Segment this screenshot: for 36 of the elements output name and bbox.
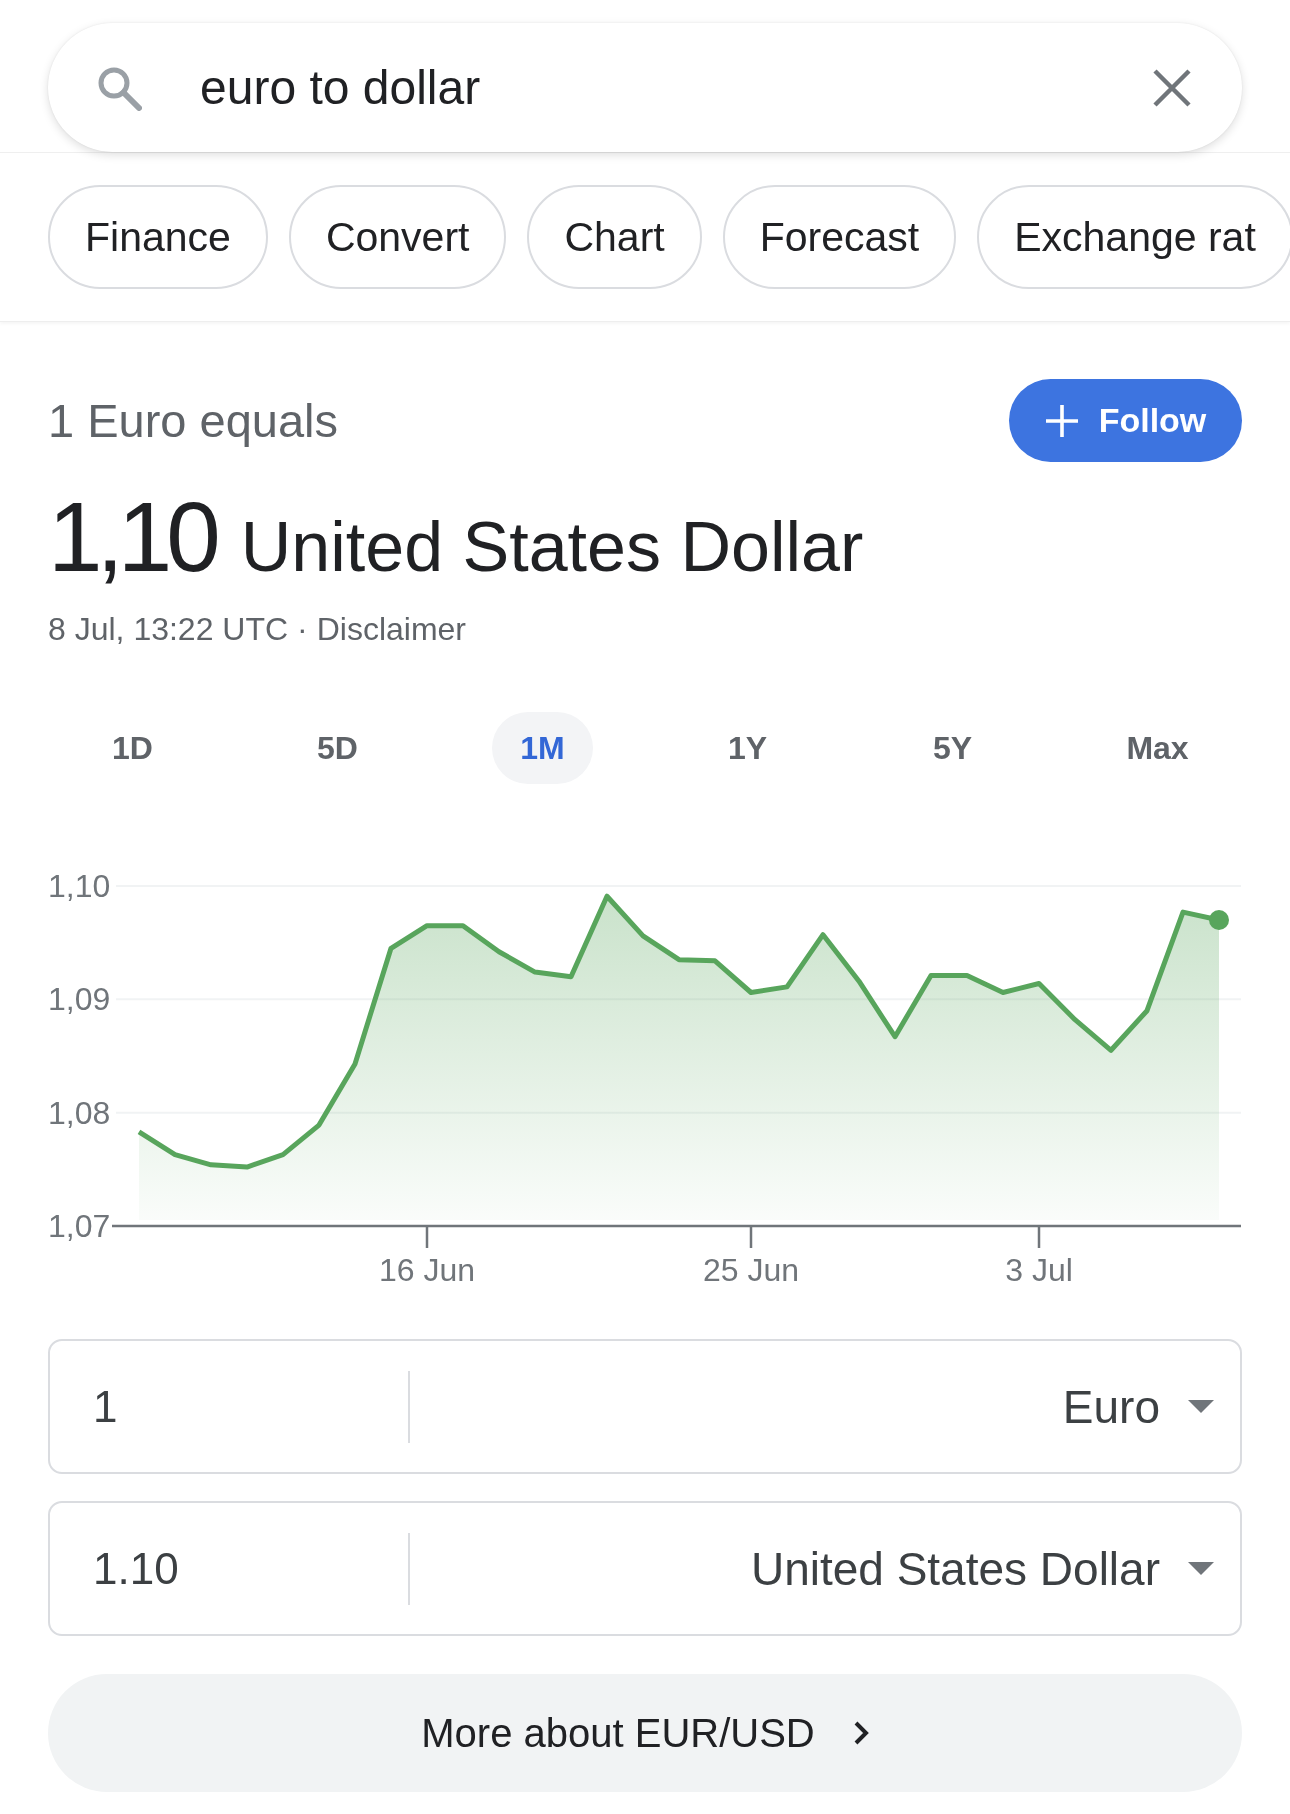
filter-chip[interactable]: Exchange rat [977,185,1290,289]
filter-chip[interactable]: Finance [48,185,268,289]
caret-icon [1188,1400,1214,1413]
caret-icon [1188,1562,1214,1575]
amount-field[interactable]: 1.10 [50,1543,408,1594]
x-axis-label: 16 Jun [378,1252,476,1288]
y-axis-label: 1,07 [48,1208,111,1244]
plus-icon [1044,403,1079,438]
range-tab[interactable]: 5D [289,712,386,784]
rate-heading: 1 Euro equals [48,393,339,448]
range-tab[interactable]: 1M [492,712,593,784]
y-axis-label: 1,09 [48,981,111,1018]
range-tab[interactable]: 1D [84,712,181,784]
filter-chip[interactable]: Forecast [722,185,957,289]
currency-dropdown[interactable]: Euro [410,1379,1240,1434]
range-tab[interactable]: Max [1098,712,1217,784]
chevron-icon [852,1720,869,1746]
filter-chip[interactable]: Chart [527,185,702,289]
y-axis-label: 1,10 [48,868,111,904]
range-tab[interactable]: 1Y [699,712,796,784]
end-point-icon [1209,910,1229,930]
follow-button[interactable]: Follow [1009,379,1242,462]
close-icon[interactable] [1152,67,1192,108]
disclaimer-link[interactable]: Disclaimer [316,610,466,648]
currency-dropdown[interactable]: United States Dollar [410,1541,1240,1596]
timestamp: 8 Jul, 13:22 UTC · [48,610,308,648]
x-axis-label: 25 Jun [702,1252,800,1288]
currency-name: United States Dollar [240,507,864,588]
y-axis-label: 1,08 [48,1094,111,1131]
range-tab[interactable]: 5Y [904,712,1001,784]
search-field[interactable]: euro to dollar [48,23,1242,152]
rate-value: 1,10 [48,482,215,592]
filter-chip[interactable]: Convert [288,185,507,289]
amount-field[interactable]: 1 [50,1381,408,1432]
x-axis-label: 3 Jul [1005,1252,1073,1288]
more-button[interactable]: More about EUR/USD [48,1674,1242,1792]
